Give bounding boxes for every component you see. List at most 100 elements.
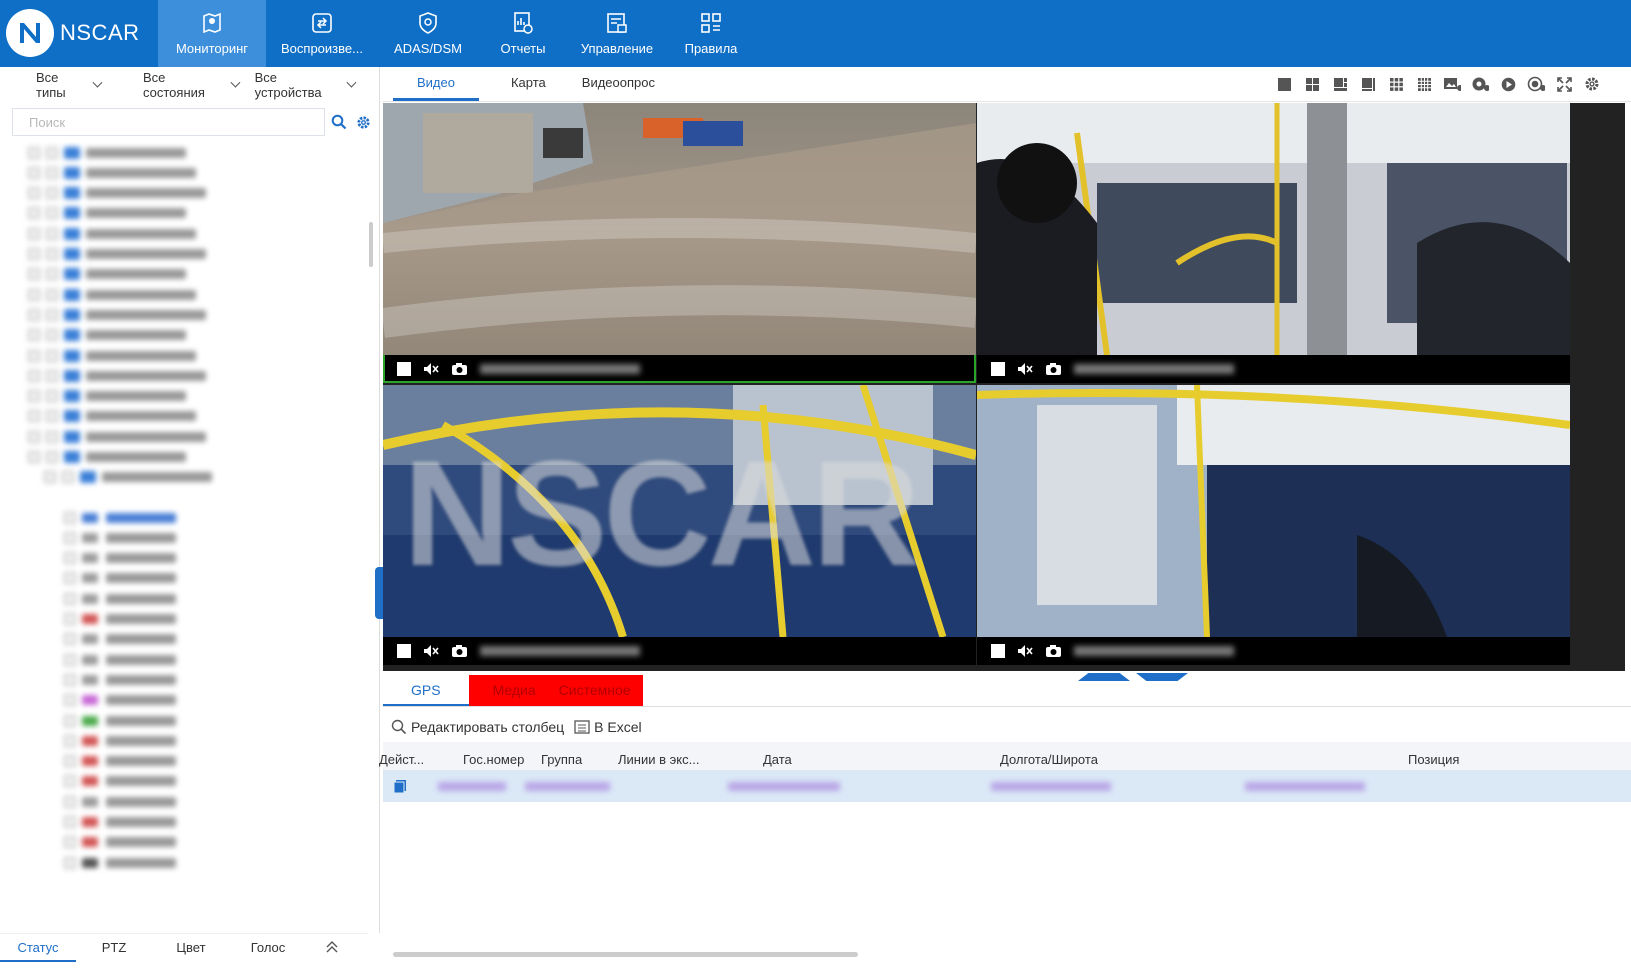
layout-6-icon[interactable] — [1331, 75, 1349, 93]
mute-icon[interactable] — [423, 644, 439, 658]
tree-group-row[interactable] — [44, 467, 212, 488]
video-cell-3[interactable] — [383, 385, 976, 665]
record-settings-icon[interactable] — [1471, 75, 1489, 93]
tree-group-row[interactable] — [28, 244, 206, 265]
type-filter-dropdown[interactable]: Все типы — [36, 70, 103, 100]
device-filter-dropdown[interactable]: Все устройства — [255, 70, 357, 100]
table-hscrollbar[interactable] — [393, 952, 858, 957]
camera-snapshot-icon[interactable] — [1045, 362, 1062, 376]
col-group[interactable]: Группа — [541, 752, 582, 767]
search-input[interactable] — [12, 108, 325, 136]
device-tree[interactable] — [0, 142, 368, 972]
tree-vehicle-row[interactable] — [64, 832, 176, 853]
nav-adas-dsm[interactable]: ADAS/DSM — [378, 0, 478, 67]
table-row[interactable] — [383, 770, 1631, 802]
nav-playback[interactable]: Воспроизве... — [266, 0, 378, 67]
tab-system[interactable]: Системное — [558, 675, 643, 706]
video-cell-1[interactable] — [383, 103, 976, 383]
video-cell-2[interactable] — [977, 103, 1570, 383]
layout-9-icon[interactable] — [1387, 75, 1405, 93]
double-chevron-up-icon[interactable] — [306, 934, 358, 962]
record-icon[interactable] — [1527, 75, 1545, 93]
tab-media[interactable]: Медиа — [468, 675, 560, 706]
nav-management[interactable]: Управление — [568, 0, 666, 67]
tree-group-row[interactable] — [28, 142, 186, 163]
layout-1-icon[interactable] — [1275, 75, 1293, 93]
camera-snapshot-icon[interactable] — [451, 362, 468, 376]
tab-voice[interactable]: Голос — [230, 934, 306, 962]
tab-gps[interactable]: GPS — [383, 675, 469, 706]
layout-16-icon[interactable] — [1415, 75, 1433, 93]
tree-vehicle-row[interactable] — [64, 751, 176, 772]
state-filter-dropdown[interactable]: Все состояния — [143, 70, 241, 100]
tree-group-row[interactable] — [28, 325, 186, 346]
fullscreen-icon[interactable] — [1555, 75, 1573, 93]
export-excel-button[interactable]: В Excel — [574, 719, 642, 735]
tree-group-row[interactable] — [28, 365, 206, 386]
tree-vehicle-row[interactable] — [64, 568, 176, 589]
mute-icon[interactable] — [1017, 362, 1033, 376]
tree-vehicle-row[interactable] — [64, 730, 176, 751]
col-date[interactable]: Дата — [763, 752, 792, 767]
tree-vehicle-row[interactable] — [64, 812, 176, 833]
stop-button[interactable] — [991, 644, 1005, 658]
gear-icon[interactable] — [352, 111, 374, 133]
col-lines[interactable]: Линии в экс... — [618, 752, 699, 767]
tree-group-row[interactable] — [28, 304, 206, 325]
layout-4-icon[interactable] — [1303, 75, 1321, 93]
camera-snapshot-icon[interactable] — [1045, 644, 1062, 658]
tree-group-row[interactable] — [28, 183, 206, 204]
tree-vehicle-row[interactable] — [64, 852, 176, 873]
tree-vehicle-row[interactable] — [64, 527, 176, 548]
tree-vehicle-row[interactable] — [64, 669, 176, 690]
search-icon[interactable] — [328, 111, 350, 133]
gear-icon[interactable] — [1583, 75, 1601, 93]
layout-8-icon[interactable] — [1359, 75, 1377, 93]
play-icon[interactable] — [1499, 75, 1517, 93]
tree-group-row[interactable] — [28, 386, 186, 407]
stop-button[interactable] — [991, 362, 1005, 376]
col-plate[interactable]: Гос.номер — [463, 752, 524, 767]
tab-video[interactable]: Видео — [393, 68, 479, 101]
tree-vehicle-row[interactable] — [64, 507, 176, 528]
camera-snapshot-icon[interactable] — [451, 644, 468, 658]
tree-group-row[interactable] — [28, 345, 196, 366]
image-settings-icon[interactable] — [1443, 75, 1461, 93]
tab-color[interactable]: Цвет — [152, 934, 230, 962]
tree-vehicle-row[interactable] — [64, 690, 176, 711]
tree-group-row[interactable] — [28, 406, 196, 427]
col-action[interactable]: Дейст... — [379, 752, 424, 767]
stop-button[interactable] — [397, 362, 411, 376]
mute-icon[interactable] — [423, 362, 439, 376]
locate-icon[interactable] — [393, 779, 407, 793]
tree-group-row[interactable] — [28, 203, 186, 224]
nav-reports[interactable]: Отчеты — [478, 0, 568, 67]
stop-button[interactable] — [397, 644, 411, 658]
tree-group-row[interactable] — [28, 426, 206, 447]
mute-icon[interactable] — [1017, 644, 1033, 658]
tree-group-row[interactable] — [28, 264, 186, 285]
tree-vehicle-row[interactable] — [64, 791, 176, 812]
tab-ptz[interactable]: PTZ — [76, 934, 152, 962]
tree-group-row[interactable] — [28, 284, 196, 305]
tree-group-row[interactable] — [28, 162, 196, 183]
tree-vehicle-row[interactable] — [64, 771, 176, 792]
video-cell-4[interactable] — [977, 385, 1570, 665]
tree-vehicle-row[interactable] — [64, 710, 176, 731]
tree-vehicle-row[interactable] — [64, 548, 176, 569]
tree-vehicle-row[interactable] — [64, 649, 176, 670]
tree-vehicle-row[interactable] — [64, 588, 176, 609]
tab-video-poll[interactable]: Видеоопрос — [570, 68, 679, 101]
tree-group-row[interactable] — [28, 223, 196, 244]
tree-vehicle-row[interactable] — [64, 609, 176, 630]
tab-map[interactable]: Карта — [479, 68, 570, 101]
tab-status[interactable]: Статус — [0, 934, 76, 962]
nav-rules[interactable]: Правила — [666, 0, 756, 67]
tree-group-row[interactable] — [28, 447, 186, 468]
tree-vehicle-row[interactable] — [64, 629, 176, 650]
col-position[interactable]: Позиция — [1408, 752, 1459, 767]
col-coords[interactable]: Долгота/Широта — [1000, 752, 1098, 767]
tree-scrollbar[interactable] — [369, 222, 373, 267]
edit-columns-button[interactable]: Редактировать столбец — [391, 719, 564, 735]
nav-monitoring[interactable]: Мониторинг — [158, 0, 266, 67]
